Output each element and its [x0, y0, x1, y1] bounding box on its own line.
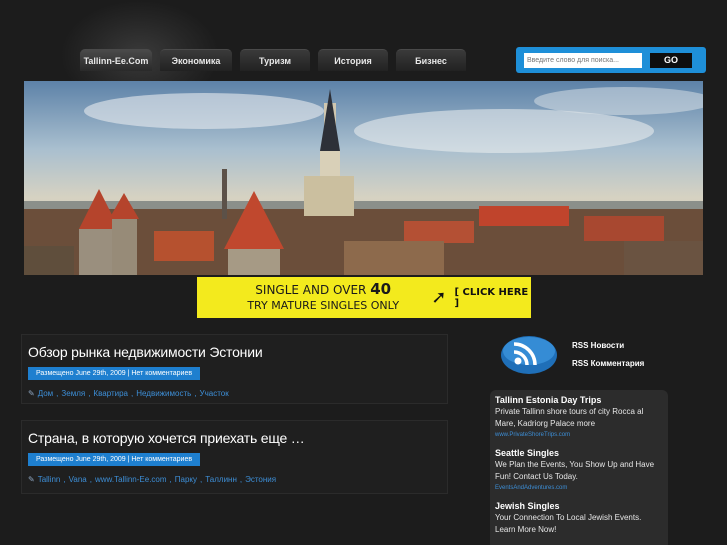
arrow-icon: ➚ [431, 287, 447, 307]
rss-icon[interactable] [500, 331, 558, 375]
tag-icon: ✎ [28, 475, 35, 484]
tag-link[interactable]: Vana [69, 475, 87, 484]
nav-tab-economy[interactable]: Экономика [160, 49, 232, 71]
ad-item[interactable]: Tallinn Estonia Day Trips Private Tallin… [495, 394, 663, 440]
ad-title[interactable]: Tallinn Estonia Day Trips [495, 394, 663, 406]
tallinn-skyline-image [24, 81, 703, 275]
ad-item[interactable]: Seattle Singles We Plan the Events, You … [495, 447, 663, 493]
ad-title[interactable]: Seattle Singles [495, 447, 663, 459]
nav-tab-home[interactable]: Tallinn-Ee.Com [80, 49, 152, 71]
tag-link[interactable]: Участок [200, 389, 229, 398]
header-photo [24, 81, 703, 275]
post-card: Страна, в которую хочется приехать еще …… [21, 420, 448, 494]
main-nav: Tallinn-Ee.Com Экономика Туризм История … [80, 49, 466, 71]
tag-link[interactable]: Земля [61, 389, 85, 398]
nav-tab-tourism[interactable]: Туризм [240, 49, 310, 71]
tag-link[interactable]: Tallinn [38, 475, 61, 484]
tag-link[interactable]: Дом [38, 389, 53, 398]
post-tags: ✎ Дом, Земля, Квартира, Недвижимость, Уч… [28, 389, 229, 398]
tag-link[interactable]: Эстония [245, 475, 276, 484]
banner-text: SINGLE AND OVER 40 TRY MATURE SINGLES ON… [225, 282, 421, 313]
post-title[interactable]: Страна, в которую хочется приехать еще … [28, 430, 305, 446]
ad-url[interactable]: www.PrivateShoreTrips.com [495, 430, 663, 440]
rss-links: RSS Новости RSS Комментария [572, 341, 644, 377]
rss-news-link[interactable]: RSS Новости [572, 341, 624, 350]
ad-url[interactable]: EventsAndAdventures.com [495, 483, 663, 493]
search-go-button[interactable]: GO [650, 52, 692, 68]
post-meta: Размещено June 29th, 2009 | Нет коммента… [28, 453, 201, 466]
rss-comments-link[interactable]: RSS Комментария [572, 359, 644, 368]
ad-desc: We Plan the Events, You Show Up and Have… [495, 460, 655, 481]
tag-link[interactable]: Парку [175, 475, 197, 484]
search-input[interactable] [524, 52, 642, 68]
ad-item[interactable]: Jewish Singles Your Connection To Local … [495, 500, 663, 536]
banner-line2: TRY MATURE SINGLES ONLY [247, 299, 400, 312]
post-meta: Размещено June 29th, 2009 | Нет коммента… [28, 367, 201, 380]
banner-cta[interactable]: [ CLICK HERE ] [454, 287, 531, 309]
post-tags: ✎ Tallinn, Vana, www.Tallinn-Ee.com, Пар… [28, 475, 277, 484]
nav-tab-business[interactable]: Бизнес [396, 49, 466, 71]
sidebar-ads: Tallinn Estonia Day Trips Private Tallin… [490, 390, 668, 545]
banner-line1: SINGLE AND OVER [255, 283, 371, 297]
tag-link[interactable]: Таллинн [205, 475, 237, 484]
search-box: GO [516, 47, 706, 73]
post-title[interactable]: Обзор рынка недвижимости Эстонии [28, 344, 263, 360]
tag-link[interactable]: www.Tallinn-Ee.com [95, 475, 167, 484]
tag-link[interactable]: Квартира [93, 389, 128, 398]
post-card: Обзор рынка недвижимости Эстонии Размеще… [21, 334, 448, 404]
tag-icon: ✎ [28, 389, 35, 398]
nav-tab-history[interactable]: История [318, 49, 388, 71]
ad-banner[interactable]: SINGLE AND OVER 40 TRY MATURE SINGLES ON… [197, 277, 531, 318]
tag-link[interactable]: Недвижимость [136, 389, 191, 398]
ad-desc: Private Tallinn shore tours of city Rocc… [495, 407, 644, 428]
ad-desc: Your Connection To Local Jewish Events. … [495, 513, 642, 534]
banner-age: 40 [370, 280, 392, 298]
ad-title[interactable]: Jewish Singles [495, 500, 663, 512]
